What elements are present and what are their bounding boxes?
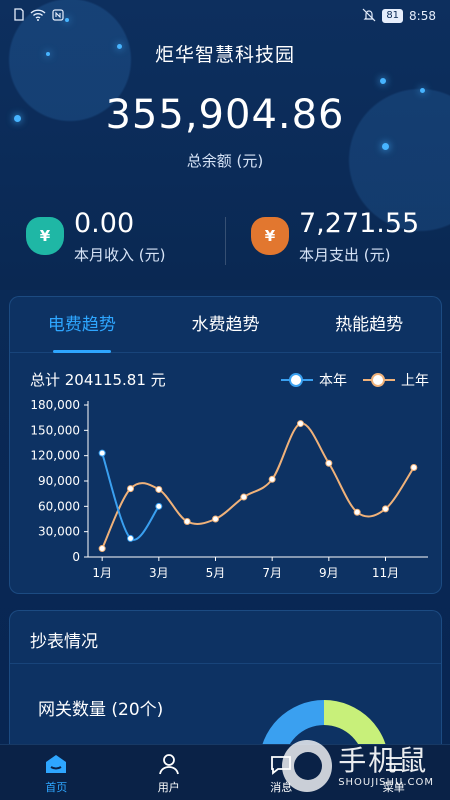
- data-point: [382, 505, 389, 513]
- user-icon: [156, 751, 182, 777]
- income-value: 0.00: [74, 208, 135, 239]
- data-point: [98, 449, 106, 457]
- wifi-icon: [30, 8, 46, 24]
- app-title: 炬华智慧科技园: [154, 44, 295, 66]
- legend-current-year[interactable]: 本年: [281, 370, 347, 390]
- series-line-previous-year: [101, 422, 415, 549]
- status-bar: 81 8:58: [0, 0, 450, 32]
- income-label: 本月收入 (元): [74, 246, 166, 264]
- data-point: [240, 493, 248, 501]
- data-point: [183, 518, 191, 526]
- trend-card: 电费趋势 水费趋势 热能趋势 总计 204115.81 元 本年 上年 0 30,…: [9, 296, 442, 594]
- total-balance-value: 355,904.86: [105, 92, 345, 138]
- tab-heat[interactable]: 热能趋势: [297, 297, 441, 353]
- sim-icon: [14, 8, 24, 24]
- monthly-stats: ¥ 0.00 本月收入 (元) ¥ 7,271.55 本月支出 (元): [0, 196, 450, 276]
- nav-user[interactable]: 用户: [129, 751, 209, 795]
- electricity-trend-chart: 0 30,000 60,000 90,000 120,000 150,000 180,000…: [30, 398, 428, 580]
- y-tick-label: 180,000: [30, 398, 80, 412]
- x-tick-label: 11月: [372, 566, 399, 580]
- watermark-text: 手机鼠: [338, 743, 429, 777]
- chart-total: 总计 204115.81 元: [30, 371, 166, 389]
- money-bag-icon: ¥: [251, 217, 289, 255]
- decor-star: [382, 143, 389, 150]
- data-point: [297, 420, 304, 428]
- data-point: [268, 475, 276, 483]
- data-point: [353, 508, 361, 516]
- data-point: [155, 485, 163, 493]
- x-tick-label: 9月: [319, 566, 339, 580]
- expense-value: 7,271.55: [299, 208, 420, 239]
- x-tick-label: 3月: [149, 566, 169, 580]
- data-point: [325, 459, 333, 467]
- y-tick-label: 30,000: [38, 525, 80, 539]
- x-tick-label: 7月: [262, 566, 282, 580]
- watermark: 手机鼠 SHOUJISHU.COM: [282, 736, 434, 796]
- total-balance-label: 总余额 (元): [186, 152, 264, 170]
- money-bag-icon: ¥: [26, 217, 64, 255]
- chart-legend: 本年 上年: [281, 370, 429, 390]
- decor-star: [380, 78, 386, 84]
- expense-label: 本月支出 (元): [299, 246, 391, 264]
- clock: 8:58: [409, 9, 436, 23]
- y-tick-label: 120,000: [30, 449, 80, 463]
- data-point: [98, 545, 106, 553]
- y-tick-label: 150,000: [30, 423, 80, 437]
- monthly-expense[interactable]: ¥ 7,271.55 本月支出 (元): [225, 207, 450, 265]
- y-tick-label: 90,000: [38, 474, 80, 488]
- divider: [10, 663, 441, 664]
- data-point: [127, 534, 134, 542]
- x-tick-label: 1月: [92, 566, 112, 580]
- nfc-icon: [52, 8, 64, 24]
- x-tick-label: 5月: [206, 566, 226, 580]
- watermark-subtext: SHOUJISHU.COM: [338, 776, 434, 788]
- data-point: [155, 502, 163, 510]
- home-icon: [43, 751, 69, 777]
- nav-home[interactable]: 首页: [16, 751, 96, 795]
- y-tick-label: 60,000: [38, 499, 80, 513]
- data-point: [212, 515, 219, 523]
- mute-icon: [362, 8, 376, 25]
- data-point: [127, 485, 134, 493]
- tab-water[interactable]: 水费趋势: [154, 297, 298, 353]
- tab-electricity[interactable]: 电费趋势: [10, 297, 154, 353]
- legend-previous-year[interactable]: 上年: [363, 370, 429, 390]
- data-point: [410, 463, 418, 471]
- y-tick-label: 0: [72, 550, 80, 564]
- monthly-income[interactable]: ¥ 0.00 本月收入 (元): [0, 207, 225, 265]
- trend-tabs: 电费趋势 水费趋势 热能趋势: [10, 297, 441, 353]
- gateway-count: 网关数量 (20个): [38, 700, 164, 720]
- battery-indicator: 81: [382, 9, 404, 23]
- meter-title: 抄表情况: [30, 632, 98, 652]
- watermark-logo: [282, 740, 333, 792]
